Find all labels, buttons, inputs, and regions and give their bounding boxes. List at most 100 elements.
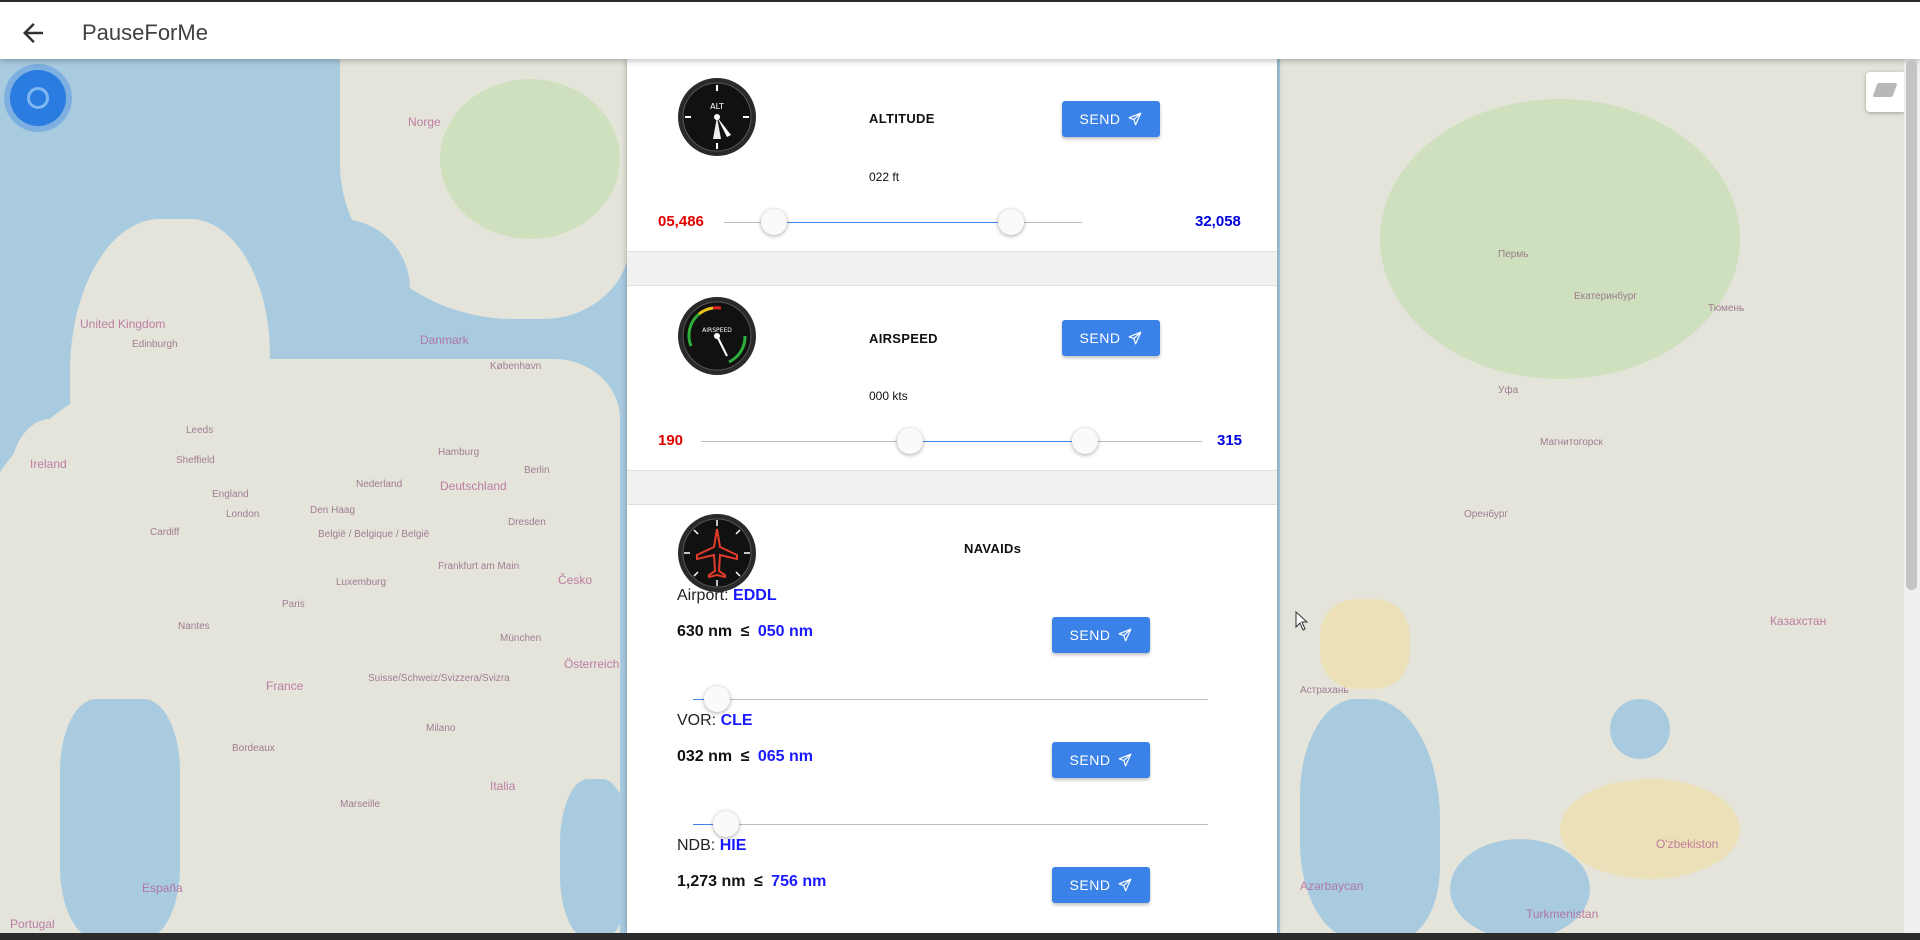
map-label: Italia xyxy=(490,779,516,793)
adriatic-sea xyxy=(560,779,630,933)
svg-text:ALT: ALT xyxy=(710,102,724,111)
map-label: Azərbaycan xyxy=(1300,879,1364,893)
altimeter-gauge-icon: ALT xyxy=(678,78,756,156)
send-label: SEND xyxy=(1069,627,1111,643)
map-label: Hamburg xyxy=(438,447,480,458)
navaid-current: 1,273 nm xyxy=(677,873,746,890)
map-label: Dresden xyxy=(508,517,546,528)
back-button[interactable] xyxy=(18,18,48,48)
airspeed-max-value: 315 xyxy=(1217,432,1243,449)
airspeed-min-thumb[interactable] xyxy=(896,428,923,454)
map-label: Астрахань xyxy=(1300,685,1349,696)
navaid-id: CLE xyxy=(720,712,753,729)
land-great-britain xyxy=(70,219,270,559)
map-label: Магнитогорск xyxy=(1540,437,1603,448)
paper-plane-icon xyxy=(1119,878,1132,892)
taskbar-strip xyxy=(0,933,1920,940)
map-label: Sheffield xyxy=(176,455,215,466)
paper-plane-icon xyxy=(1129,112,1142,126)
altitude-max-value: 32,058 xyxy=(1195,213,1241,230)
vor-send-button[interactable]: SEND xyxy=(1052,742,1150,778)
vor-slider-track[interactable] xyxy=(693,824,1208,825)
map-label: London xyxy=(226,509,260,520)
vor-slider-thumb[interactable] xyxy=(712,811,739,837)
altitude-send-button[interactable]: SEND xyxy=(1062,101,1160,137)
paper-plane-icon xyxy=(1119,753,1132,767)
forest-scandinavia xyxy=(440,79,620,239)
altitude-title: ALTITUDE xyxy=(869,111,935,126)
layers-button[interactable] xyxy=(1866,72,1906,112)
map-label: Česko xyxy=(558,573,593,587)
map-label: Danmark xyxy=(420,333,469,347)
map-label: Österreich xyxy=(564,657,620,671)
altitude-value: 022 ft xyxy=(869,170,900,184)
navaid-airport-range: 630 nm ≤ 050 nm xyxy=(677,623,813,641)
section-divider xyxy=(627,251,1277,286)
map-label: Deutschland xyxy=(440,479,507,493)
steppe-1 xyxy=(1320,599,1410,689)
navaid-max: 050 nm xyxy=(757,623,813,640)
map-label: Ireland xyxy=(30,457,67,471)
navaid-type: VOR: xyxy=(677,712,717,729)
navaid-id: HIE xyxy=(719,837,747,854)
map-label: Пермь xyxy=(1498,249,1529,260)
airspeed-min-value: 190 xyxy=(658,432,684,449)
map-label: Nantes xyxy=(178,621,210,632)
map-label: Казахстан xyxy=(1770,614,1827,628)
navaid-type: Airport: xyxy=(677,587,729,604)
navaid-max: 756 nm xyxy=(771,873,827,890)
locate-button[interactable] xyxy=(10,70,66,126)
ndb-send-button[interactable]: SEND xyxy=(1052,867,1150,903)
arrow-left-icon xyxy=(23,23,43,43)
navaid-current: 032 nm xyxy=(677,748,733,765)
altitude-min-value: 05,486 xyxy=(658,213,704,230)
map-label: O'zbekiston xyxy=(1656,837,1719,851)
map-label: Portugal xyxy=(10,917,55,931)
map-label: United Kingdom xyxy=(80,317,166,331)
map-label: Екатеринбург xyxy=(1574,291,1637,302)
airport-slider-thumb[interactable] xyxy=(704,686,731,712)
map-label: Den Haag xyxy=(310,505,356,516)
app-bar: PauseForMe xyxy=(0,2,1920,59)
airspeed-card: AIRSPEED AIRSPEED SEND 000 kts 190 315 xyxy=(627,286,1277,470)
map-label: France xyxy=(266,679,304,693)
navaid-max: 065 nm xyxy=(757,748,813,765)
airspeed-title: AIRSPEED xyxy=(869,331,938,346)
altitude-max-thumb[interactable] xyxy=(998,209,1025,235)
map-label: Norge xyxy=(408,115,441,129)
navaid-leq: ≤ xyxy=(740,623,750,640)
map-label: Edinburgh xyxy=(132,339,178,350)
airport-slider-track[interactable] xyxy=(693,699,1208,700)
navaids-title: NAVAIDs xyxy=(964,541,1022,556)
map-label: Cardiff xyxy=(150,527,180,538)
map-label: España xyxy=(142,881,183,895)
north-sea xyxy=(270,219,410,359)
paper-plane-icon xyxy=(1129,331,1142,345)
control-panel: ALT ALTITUDE SEND 022 ft 05,486 32,058 A… xyxy=(627,59,1277,933)
altitude-min-thumb[interactable] xyxy=(760,209,787,235)
caspian-sea xyxy=(1300,699,1440,933)
desert-1 xyxy=(1560,779,1740,879)
map-label: Тюмень xyxy=(1708,303,1745,314)
map-label: Оренбург xyxy=(1464,509,1509,520)
airspeed-max-thumb[interactable] xyxy=(1072,428,1099,454)
map-label: København xyxy=(490,361,542,372)
airspeed-send-button[interactable]: SEND xyxy=(1062,320,1160,356)
airport-send-button[interactable]: SEND xyxy=(1052,617,1150,653)
send-label: SEND xyxy=(1069,877,1111,893)
scrollbar-thumb[interactable] xyxy=(1906,60,1917,590)
forest-ural xyxy=(1380,99,1740,379)
map-label: Bordeaux xyxy=(232,743,275,754)
airspeed-slider-range xyxy=(909,441,1086,442)
navaid-leq: ≤ xyxy=(740,748,750,765)
map-label: Уфа xyxy=(1498,385,1519,396)
airspeed-gauge-icon: AIRSPEED xyxy=(678,297,756,375)
section-divider xyxy=(627,470,1277,505)
navaid-leq: ≤ xyxy=(753,873,763,890)
navaids-card: NAVAIDs Airport: EDDL 630 nm ≤ 050 nm SE… xyxy=(627,505,1277,933)
map-label: Luxemburg xyxy=(336,577,387,588)
map-label: Berlin xyxy=(524,465,550,476)
map-label: Paris xyxy=(282,599,305,610)
navaid-id: EDDL xyxy=(733,587,777,604)
map-label: München xyxy=(500,633,542,644)
